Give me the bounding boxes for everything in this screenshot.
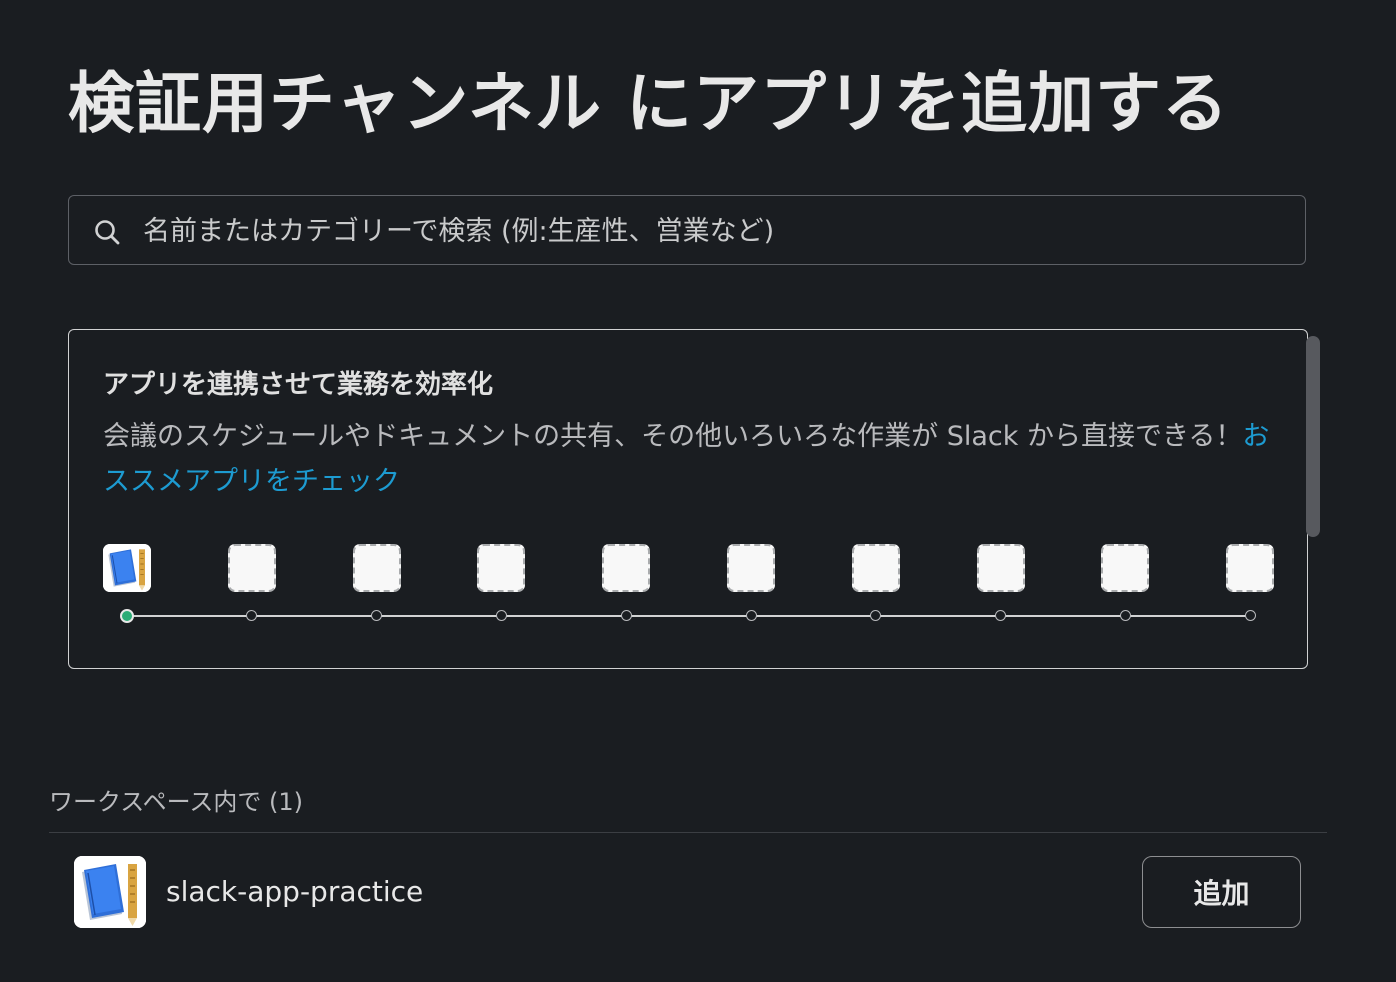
progress-dot	[870, 610, 881, 621]
add-apps-dialog: 検証用チャンネル にアプリを追加する アプリを連携させて業務を効率化 会議のスケ…	[0, 0, 1396, 982]
app-slot-filled	[103, 544, 151, 592]
progress-dot	[496, 610, 507, 621]
app-slot-empty	[228, 544, 276, 592]
page-title: 検証用チャンネル にアプリを追加する	[68, 65, 1229, 142]
scrollbar-thumb[interactable]	[1306, 336, 1320, 537]
app-slot-empty	[727, 544, 775, 592]
app-slot-empty	[353, 544, 401, 592]
search-input[interactable]	[141, 196, 1285, 266]
app-slot-empty	[602, 544, 650, 592]
promo-heading: アプリを連携させて業務を効率化	[103, 370, 494, 400]
app-slot-empty	[477, 544, 525, 592]
search-icon	[95, 220, 120, 245]
progress-dot	[246, 610, 257, 621]
app-list-item: slack-app-practice 追加	[49, 845, 1327, 941]
app-slot-empty	[977, 544, 1025, 592]
workspace-section-label: ワークスペース内で (1)	[49, 788, 304, 816]
notebook-app-icon	[74, 856, 146, 928]
search-box[interactable]	[68, 195, 1306, 266]
app-slots-progress	[103, 544, 1278, 634]
app-slot-empty	[1101, 544, 1149, 592]
progress-dot	[1120, 610, 1131, 621]
progress-dot	[621, 610, 632, 621]
promo-description-text: 会議のスケジュールやドキュメントの共有、その他いろいろな作業が Slack から…	[103, 421, 1243, 452]
progress-dot	[1245, 610, 1256, 621]
app-slot-empty	[1226, 544, 1274, 592]
progress-dot-active	[120, 609, 134, 623]
promo-description: 会議のスケジュールやドキュメントの共有、その他いろいろな作業が Slack から…	[103, 414, 1273, 504]
add-app-button[interactable]: 追加	[1142, 856, 1301, 928]
progress-dot	[746, 610, 757, 621]
section-divider	[49, 832, 1327, 833]
app-slot-empty	[852, 544, 900, 592]
app-name: slack-app-practice	[166, 875, 424, 908]
progress-dot	[995, 610, 1006, 621]
progress-track	[126, 615, 1250, 617]
progress-dot	[371, 610, 382, 621]
recommended-apps-card: アプリを連携させて業務を効率化 会議のスケジュールやドキュメントの共有、その他い…	[68, 329, 1308, 669]
